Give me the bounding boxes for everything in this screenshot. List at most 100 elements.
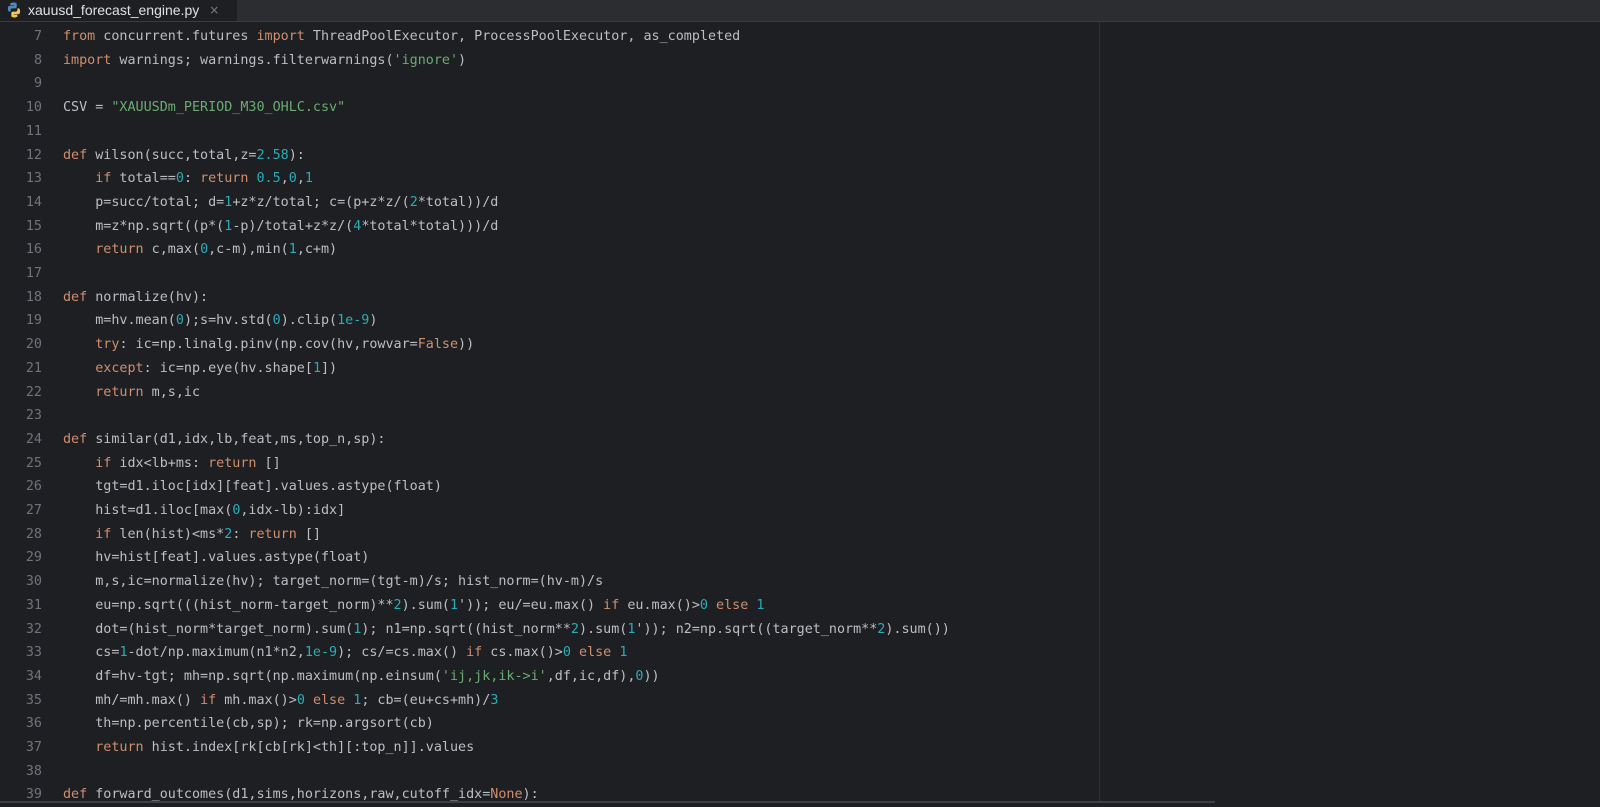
code-line[interactable]: 36 th=np.percentile(cb,sp); rk=np.argsor… [0, 712, 1600, 736]
code-text: return c,max(0,c-m),min(1,c+m) [63, 238, 337, 262]
line-number: 7 [33, 29, 42, 44]
code-line[interactable]: 9 [0, 72, 1600, 96]
line-number: 34 [25, 668, 42, 684]
code-line[interactable]: 38 [0, 760, 1600, 784]
code-line[interactable]: 28 if len(hist)<ms*2: return [] [0, 523, 1600, 547]
code-line[interactable]: 20 try: ic=np.linalg.pinv(np.cov(hv,rowv… [0, 333, 1600, 357]
code-line[interactable]: 25 if idx<lb+ms: return [] [0, 452, 1600, 476]
code-text: def forward_outcomes(d1,sims,horizons,ra… [63, 783, 539, 807]
keyword-token: def [63, 431, 88, 447]
code-line[interactable]: 33 cs=1-dot/np.maximum(n1*n2,1e-9); cs/=… [0, 641, 1600, 665]
number-token: 1 [288, 242, 297, 258]
code-text: m=z*np.sqrt((p*(1-p)/total+z*z/(4*total*… [63, 215, 498, 239]
keyword-token: return [95, 242, 144, 258]
text-token: : ic=np.linalg.pinv(np.cov(hv,rowvar= [119, 337, 418, 353]
code-text: tgt=d1.iloc[idx][feat].values.astype(flo… [63, 475, 442, 499]
number-token: 1 [119, 645, 128, 661]
text-token: ,df,ic,df), [546, 668, 636, 684]
code-editor[interactable]: 7 from concurrent.futures import ThreadPo… [0, 22, 1600, 803]
code-text: if len(hist)<ms*2: return [] [63, 523, 321, 547]
text-token: m=z*np.sqrt((p*( [63, 218, 225, 234]
code-line[interactable]: 10 CSV = "XAUUSDm_PERIOD_M30_OHLC.csv" [0, 96, 1600, 120]
text-token: ); cs/=cs.max() [337, 645, 467, 661]
tab-filename: xauusd_forecast_engine.py [28, 1, 200, 18]
line-number: 13 [25, 171, 42, 187]
line-number: 16 [25, 242, 42, 258]
line-number: 22 [25, 384, 42, 400]
code-line[interactable]: 7 from concurrent.futures import ThreadPo… [0, 25, 1600, 49]
line-number: 8 [33, 52, 42, 68]
code-line[interactable]: 32 dot=(hist_norm*target_norm).sum(1); n… [0, 618, 1600, 642]
number-token: 0.5 [256, 171, 281, 187]
code-line[interactable]: 14 p=succ/total; d=1+z*z/total; c=(p+z*z… [0, 191, 1600, 215]
code-line[interactable]: 18 def normalize(hv): [0, 286, 1600, 310]
line-number: 29 [25, 550, 42, 566]
code-line[interactable]: 24 def similar(d1,idx,lb,feat,ms,top_n,sp… [0, 428, 1600, 452]
text-token: tgt=d1.iloc[idx][feat].values.astype(flo… [63, 479, 442, 495]
text-token: m,s,ic [143, 384, 201, 400]
keyword-token: else [716, 597, 749, 613]
text-token: ) [369, 313, 378, 329]
line-number: 18 [25, 289, 42, 305]
keyword-token: else [579, 645, 612, 661]
text-token: ); n1=np.sqrt((hist_norm** [361, 621, 571, 637]
text-token: ThreadPoolExecutor, ProcessPoolExecutor,… [304, 29, 741, 44]
code-line[interactable]: 31 eu=np.sqrt(((hist_norm-target_norm)**… [0, 594, 1600, 618]
line-number: 9 [33, 76, 42, 92]
code-line[interactable]: 23 [0, 404, 1600, 428]
code-text: import warnings; warnings.filterwarnings… [63, 49, 466, 73]
keyword-token: return [95, 384, 144, 400]
keyword-token: if [95, 171, 112, 187]
number-token: 2 [393, 597, 402, 613]
text-token: CSV = [63, 100, 112, 116]
code-line[interactable]: 15 m=z*np.sqrt((p*(1-p)/total+z*z/(4*tot… [0, 215, 1600, 239]
line-number: 36 [25, 716, 42, 732]
code-line[interactable]: 16 return c,max(0,c-m),min(1,c+m) [0, 238, 1600, 262]
tab-xauusd-forecast-engine[interactable]: xauusd_forecast_engine.py × [0, 0, 237, 21]
line-number: 28 [25, 526, 42, 542]
line-number: 11 [25, 123, 42, 139]
keyword-token: except [95, 360, 144, 376]
code-line[interactable]: 17 [0, 262, 1600, 286]
line-number: 21 [25, 360, 42, 376]
code-line[interactable]: 26 tgt=d1.iloc[idx][feat].values.astype(… [0, 475, 1600, 499]
code-line[interactable]: 39 def forward_outcomes(d1,sims,horizons,… [0, 783, 1600, 807]
text-token: ')); eu/=eu.max() [458, 597, 604, 613]
code-line[interactable]: 34 df=hv-tgt; mh=np.sqrt(np.maximum(np.e… [0, 665, 1600, 689]
string-token: 'ij,jk,ik->i' [441, 668, 547, 684]
text-token: , [280, 171, 289, 187]
number-token: 0 [272, 313, 281, 329]
editor-tab-bar: xauusd_forecast_engine.py × [0, 0, 1600, 22]
line-number: 20 [25, 337, 42, 353]
code-line[interactable]: 29 hv=hist[feat].values.astype(float) [0, 546, 1600, 570]
code-line[interactable]: 13 if total==0: return 0.5,0,1 [0, 167, 1600, 191]
code-line[interactable]: 12 def wilson(succ,total,z=2.58): [0, 144, 1600, 168]
line-number: 32 [25, 621, 42, 637]
code-text: dot=(hist_norm*target_norm).sum(1); n1=n… [63, 618, 950, 642]
close-icon[interactable]: × [209, 3, 219, 17]
text-token: -p)/total+z*z/( [232, 218, 354, 234]
keyword-token: def [63, 289, 88, 305]
text-token: mh.max()> [216, 692, 297, 708]
code-line[interactable]: 35 mh/=mh.max() if mh.max()>0 else 1; cb… [0, 689, 1600, 713]
code-line[interactable]: 22 return m,s,ic [0, 381, 1600, 405]
code-text: m,s,ic=normalize(hv); target_norm=(tgt-m… [63, 570, 603, 594]
text-token: -dot/np.maximum(n1*n2, [127, 645, 305, 661]
code-line[interactable]: 8 import warnings; warnings.filterwarning… [0, 49, 1600, 73]
code-line[interactable]: 30 m,s,ic=normalize(hv); target_norm=(tg… [0, 570, 1600, 594]
code-line[interactable]: 27 hist=d1.iloc[max(0,idx-lb):idx] [0, 499, 1600, 523]
code-line[interactable]: 21 except: ic=np.eye(hv.shape[1]) [0, 357, 1600, 381]
text-token: ).sum( [578, 621, 628, 637]
code-line[interactable]: 37 return hist.index[rk[cb[rk]<th][:top_… [0, 736, 1600, 760]
code-text: def normalize(hv): [63, 286, 208, 310]
code-line[interactable]: 11 [0, 120, 1600, 144]
text-token: [] [256, 455, 281, 471]
line-number: 24 [25, 431, 42, 447]
line-number: 39 [25, 787, 42, 803]
code-line[interactable]: 19 m=hv.mean(0);s=hv.std(0).clip(1e-9) [0, 309, 1600, 333]
